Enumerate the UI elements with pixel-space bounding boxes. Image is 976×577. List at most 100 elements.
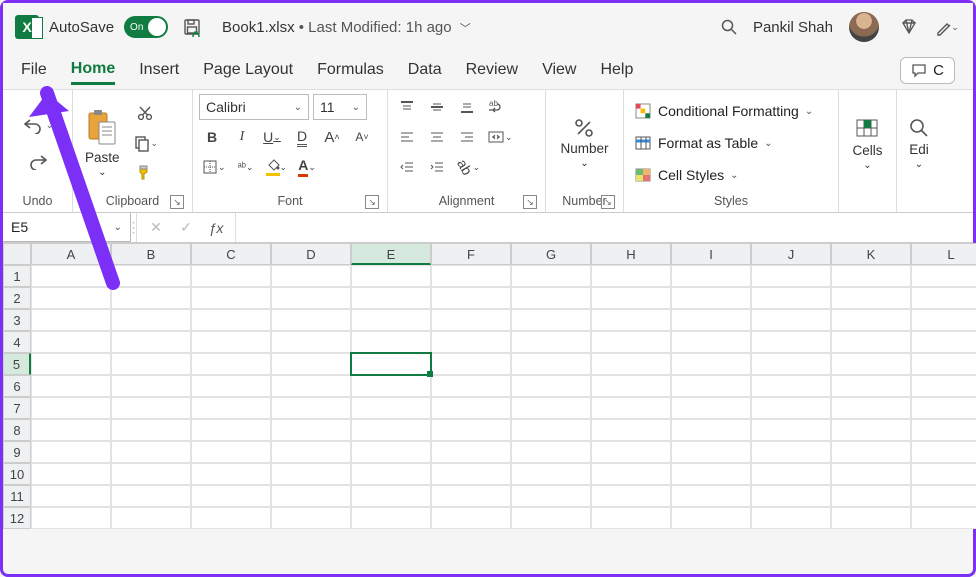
cell[interactable] xyxy=(431,463,511,485)
cell[interactable] xyxy=(751,309,831,331)
column-header[interactable]: E xyxy=(351,243,431,265)
editing-button[interactable]: Edi ⌄ xyxy=(901,97,937,189)
copy-button[interactable]: ⌄ xyxy=(130,130,162,156)
cell[interactable] xyxy=(591,463,671,485)
cancel-formula-button[interactable]: ✕ xyxy=(143,215,169,241)
cell[interactable] xyxy=(831,419,911,441)
pen-icon[interactable]: ⌄ xyxy=(933,13,961,41)
font-family-select[interactable]: Calibri⌄ xyxy=(199,94,309,120)
formula-input[interactable] xyxy=(236,213,973,242)
undo-button[interactable]: ⌄ xyxy=(19,112,57,138)
cell[interactable] xyxy=(911,397,976,419)
column-header[interactable]: L xyxy=(911,243,976,265)
cell[interactable] xyxy=(751,331,831,353)
decrease-indent-button[interactable] xyxy=(394,154,420,180)
cell[interactable] xyxy=(191,331,271,353)
cell[interactable] xyxy=(591,353,671,375)
paste-button[interactable]: Paste ⌄ xyxy=(79,97,126,189)
cell[interactable] xyxy=(271,507,351,529)
cell[interactable] xyxy=(351,441,431,463)
cell[interactable] xyxy=(911,419,976,441)
cell[interactable] xyxy=(911,353,976,375)
cell[interactable] xyxy=(591,375,671,397)
cell[interactable] xyxy=(671,265,751,287)
cell[interactable] xyxy=(431,331,511,353)
cell[interactable] xyxy=(191,463,271,485)
cell[interactable] xyxy=(911,485,976,507)
cell[interactable] xyxy=(431,507,511,529)
cell[interactable] xyxy=(671,507,751,529)
cell[interactable] xyxy=(671,353,751,375)
cell[interactable] xyxy=(191,507,271,529)
cell[interactable] xyxy=(511,441,591,463)
autosave-toggle[interactable]: On xyxy=(124,16,168,38)
cell[interactable] xyxy=(111,309,191,331)
cell[interactable] xyxy=(751,287,831,309)
tab-formulas[interactable]: Formulas xyxy=(317,57,384,83)
cell[interactable] xyxy=(751,375,831,397)
cell[interactable] xyxy=(831,507,911,529)
cell[interactable] xyxy=(31,375,111,397)
diamond-icon[interactable] xyxy=(895,13,923,41)
cell[interactable] xyxy=(831,463,911,485)
font-color-button[interactable]: A⌄ xyxy=(294,154,320,180)
align-top-button[interactable] xyxy=(394,94,420,120)
cell[interactable] xyxy=(591,397,671,419)
cell[interactable] xyxy=(351,309,431,331)
cell[interactable] xyxy=(271,397,351,419)
cell[interactable] xyxy=(31,331,111,353)
orientation-button[interactable]: ab⌄ xyxy=(454,154,483,180)
cell[interactable] xyxy=(431,265,511,287)
cell[interactable] xyxy=(591,441,671,463)
insert-function-button[interactable]: ƒx xyxy=(203,215,229,241)
cell[interactable] xyxy=(31,397,111,419)
cell[interactable] xyxy=(111,375,191,397)
cell[interactable] xyxy=(271,375,351,397)
cell[interactable] xyxy=(671,463,751,485)
column-header[interactable]: J xyxy=(751,243,831,265)
cell[interactable] xyxy=(591,331,671,353)
cell[interactable] xyxy=(191,287,271,309)
cell[interactable] xyxy=(31,441,111,463)
comments-button[interactable]: C xyxy=(900,57,955,84)
cell[interactable] xyxy=(671,309,751,331)
tab-page-layout[interactable]: Page Layout xyxy=(203,57,293,83)
cell[interactable] xyxy=(591,507,671,529)
cell[interactable] xyxy=(431,441,511,463)
row-header[interactable]: 5 xyxy=(3,353,31,375)
shrink-font-button[interactable]: A˅ xyxy=(349,124,375,150)
cell[interactable] xyxy=(511,485,591,507)
cell[interactable] xyxy=(271,331,351,353)
increase-indent-button[interactable] xyxy=(424,154,450,180)
cell[interactable] xyxy=(511,331,591,353)
cell[interactable] xyxy=(751,353,831,375)
row-header[interactable]: 9 xyxy=(3,441,31,463)
column-header[interactable]: I xyxy=(671,243,751,265)
cell[interactable] xyxy=(591,287,671,309)
cell[interactable] xyxy=(831,375,911,397)
cell[interactable] xyxy=(31,419,111,441)
row-header[interactable]: 8 xyxy=(3,419,31,441)
cell[interactable] xyxy=(671,331,751,353)
cell[interactable] xyxy=(751,441,831,463)
cell[interactable] xyxy=(31,485,111,507)
fill-color-button[interactable]: ⌄ xyxy=(263,154,291,180)
cell[interactable] xyxy=(831,441,911,463)
row-header[interactable]: 10 xyxy=(3,463,31,485)
cell[interactable] xyxy=(831,265,911,287)
cell-styles-button[interactable]: Cell Styles⌄ xyxy=(630,161,832,189)
cell[interactable] xyxy=(511,375,591,397)
cell[interactable] xyxy=(831,397,911,419)
cell[interactable] xyxy=(671,287,751,309)
grow-font-button[interactable]: A˄ xyxy=(319,124,345,150)
cell[interactable] xyxy=(351,419,431,441)
tab-insert[interactable]: Insert xyxy=(139,57,179,83)
cell[interactable] xyxy=(911,309,976,331)
cell[interactable] xyxy=(271,265,351,287)
cell[interactable] xyxy=(671,375,751,397)
cell[interactable] xyxy=(31,463,111,485)
cell[interactable] xyxy=(351,331,431,353)
align-left-button[interactable] xyxy=(394,124,420,150)
cell[interactable] xyxy=(351,353,431,375)
font-size-select[interactable]: 11⌄ xyxy=(313,94,367,120)
